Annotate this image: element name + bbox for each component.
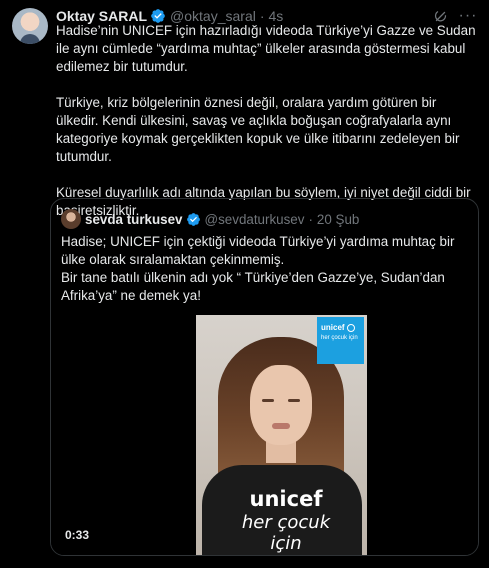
shirt-unicef-logo: unicef bbox=[249, 487, 323, 511]
quote-text: Hadise; UNICEF için çektiği videoda Türk… bbox=[61, 233, 471, 305]
separator-dot: · bbox=[308, 211, 313, 227]
quote-line: Bir tane batılı ülkenin adı yok “ Türkiy… bbox=[61, 270, 445, 303]
verified-badge-icon bbox=[186, 212, 200, 226]
quote-line: Hadise; UNICEF için çektiği videoda Türk… bbox=[61, 234, 455, 267]
quote-author-handle[interactable]: @sevdaturkusev bbox=[205, 212, 305, 227]
tweet-paragraph: Türkiye, kriz bölgelerinin öznesi değil,… bbox=[56, 95, 460, 164]
video-person-eye bbox=[288, 399, 300, 402]
quote-header: sevda turkusev @sevdaturkusev · 20 Şub bbox=[85, 210, 468, 228]
shirt-tagline: her çocuk için bbox=[241, 512, 331, 554]
tweet-paragraph: Hadise’nin UNICEF için hazırladığı video… bbox=[56, 23, 476, 74]
video-person-lips bbox=[272, 423, 290, 429]
video-duration: 0:33 bbox=[61, 526, 94, 544]
unicef-overlay-logo: unicef her çocuk için bbox=[317, 317, 364, 364]
quote-author-name[interactable]: sevda turkusev bbox=[85, 212, 183, 227]
quoted-tweet[interactable]: sevda turkusev @sevdaturkusev · 20 Şub H… bbox=[50, 198, 479, 556]
video-player[interactable]: unicef her çocuk için unicef her çocuk i… bbox=[51, 315, 478, 555]
quote-avatar[interactable] bbox=[61, 209, 81, 229]
video-person-eye bbox=[262, 399, 274, 402]
avatar[interactable] bbox=[12, 8, 48, 44]
unicef-overlay-tagline: her çocuk için bbox=[321, 335, 358, 341]
globe-icon bbox=[346, 323, 355, 332]
unicef-overlay-text: unicef bbox=[321, 323, 345, 332]
video-person-face bbox=[250, 365, 312, 445]
video-frame[interactable]: unicef her çocuk için unicef her çocuk i… bbox=[196, 315, 367, 555]
quote-date[interactable]: 20 Şub bbox=[317, 212, 359, 227]
